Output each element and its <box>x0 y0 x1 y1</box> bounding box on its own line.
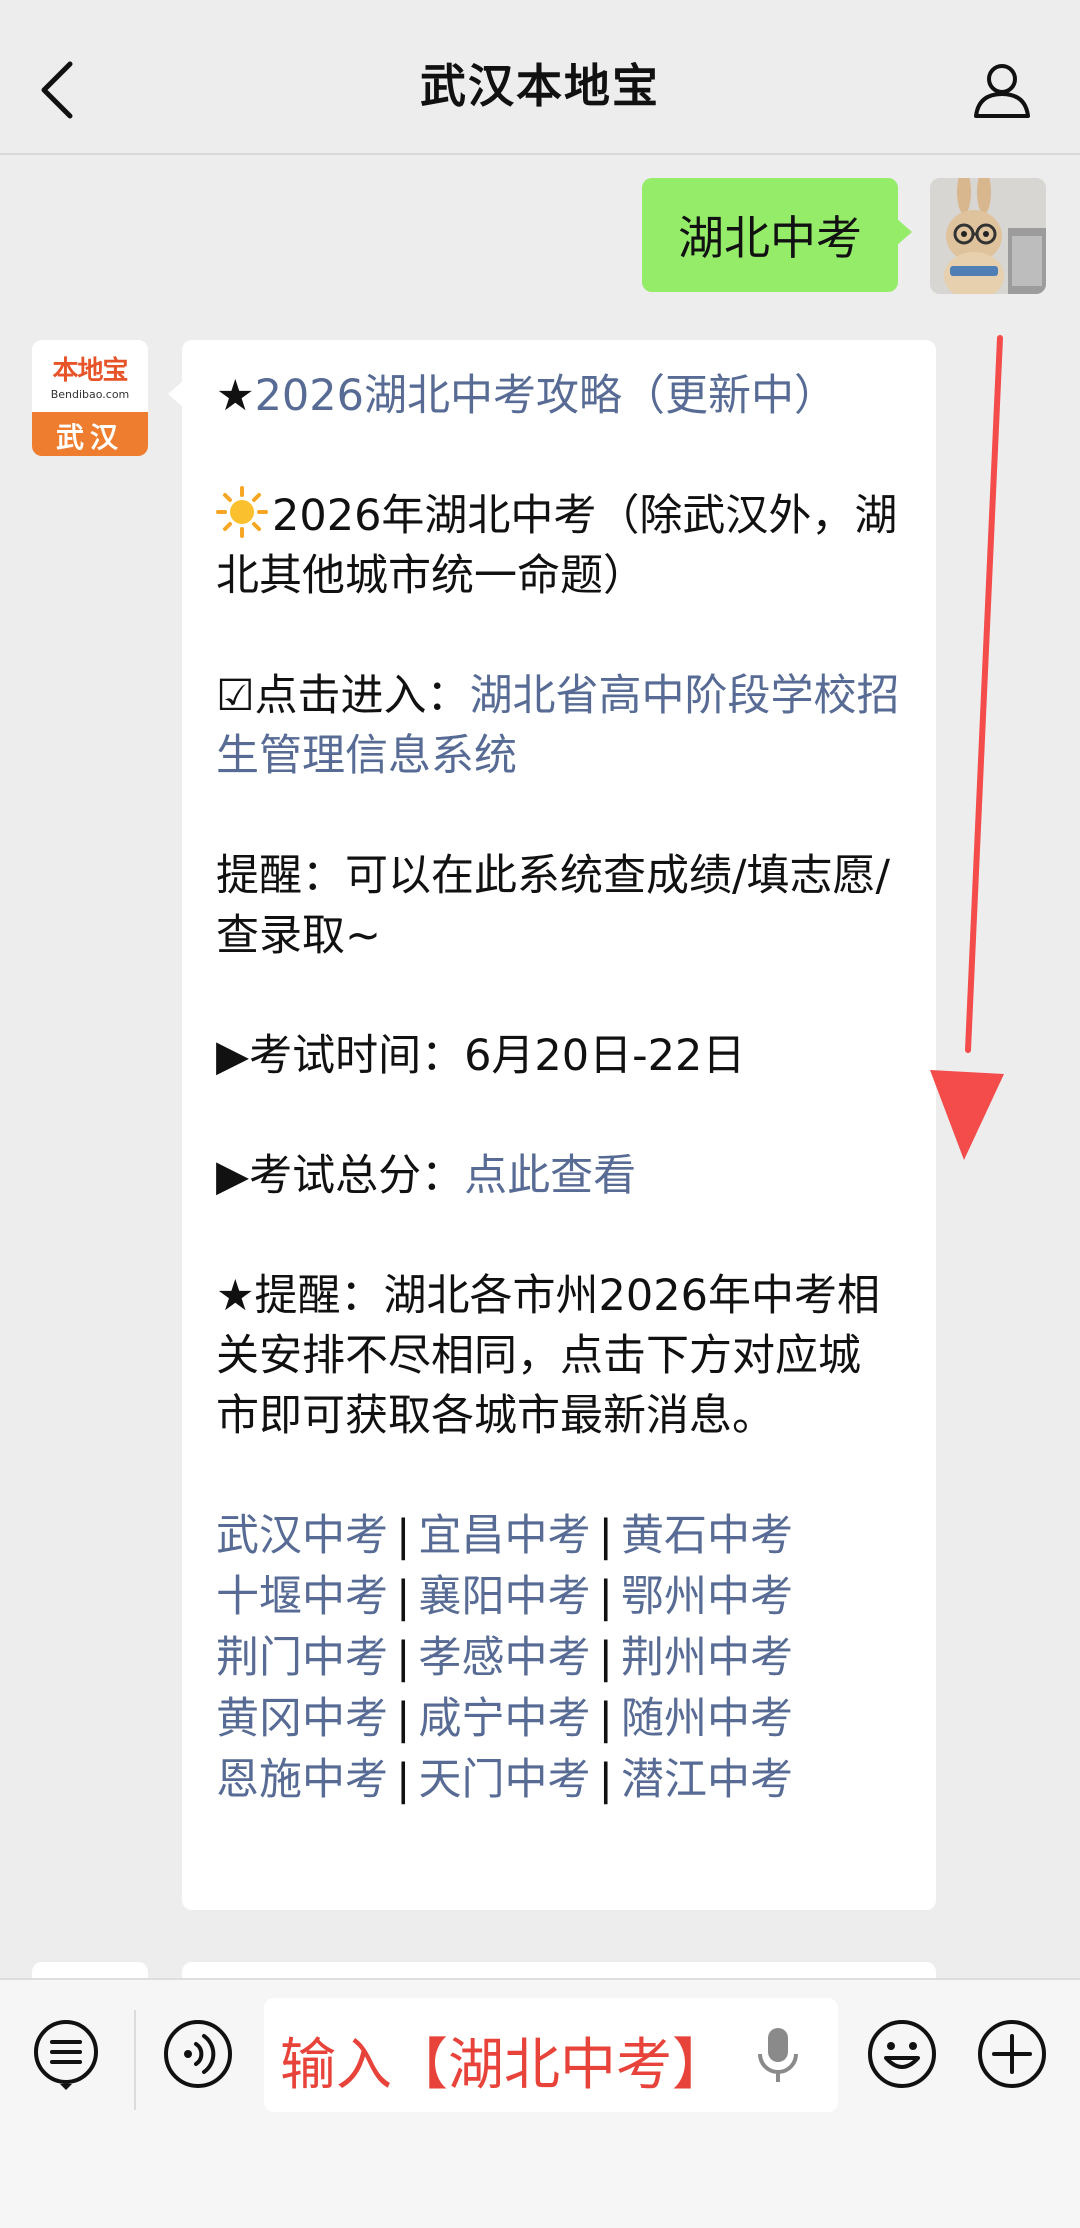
city-row: 黄冈中考 | 咸宁中考 | 随州中考 <box>216 1694 793 1744</box>
city-link[interactable]: 咸宁中考 <box>419 1694 591 1744</box>
divider <box>134 2010 136 2110</box>
city-row: 十堰中考 | 襄阳中考 | 鄂州中考 <box>216 1572 793 1622</box>
reply-system-line: ☑点击进入：湖北省高中阶段学校招生管理信息系统 <box>216 671 900 781</box>
city-row: 恩施中考 | 天门中考 | 潜江中考 <box>216 1755 793 1805</box>
logo-text: 本地宝 <box>52 356 128 386</box>
city-link[interactable]: 襄阳中考 <box>419 1572 591 1622</box>
reply-total-score: ▶考试总分：点此查看 <box>216 1151 637 1201</box>
city-link[interactable]: 宜昌中考 <box>419 1511 591 1561</box>
city-link[interactable]: 潜江中考 <box>621 1755 793 1805</box>
city-link[interactable]: 荆州中考 <box>621 1633 793 1683</box>
plus-icon[interactable] <box>976 2018 1048 2090</box>
emoji-icon[interactable] <box>866 2018 938 2090</box>
city-link[interactable]: 黄石中考 <box>621 1511 793 1561</box>
city-link[interactable]: 恩施中考 <box>216 1755 388 1805</box>
rabbit-avatar-image <box>930 178 1046 294</box>
page-title: 武汉本地宝 <box>420 59 660 113</box>
reply-city-note: ★提醒：湖北各市州2026年中考相关安排不尽相同，点击下方对应城市即可获取各城市… <box>216 1271 880 1441</box>
reply-reminder: 提醒：可以在此系统查成绩/填志愿/查录取~ <box>216 851 890 961</box>
city-link[interactable]: 孝感中考 <box>419 1633 591 1683</box>
top-bar: 武汉本地宝 <box>0 0 1080 155</box>
city-link[interactable]: 武汉中考 <box>216 1511 388 1561</box>
outgoing-message[interactable]: 湖北中考 <box>642 178 912 292</box>
voice-icon[interactable] <box>162 2018 234 2090</box>
sun-icon <box>216 486 268 538</box>
city-row: 武汉中考 | 宜昌中考 | 黄石中考 <box>216 1511 793 1561</box>
guide-link[interactable]: 2026湖北中考攻略（更新中） <box>255 371 837 421</box>
input-prompt-text: 输入【湖北中考】 <box>280 2033 728 2098</box>
city-link[interactable]: 随州中考 <box>621 1694 793 1744</box>
city-links: 武汉中考 | 宜昌中考 | 黄石中考 十堰中考 | 襄阳中考 | 鄂州中考 荆门中考 | 孝感中考 |… <box>216 1506 902 1811</box>
incoming-message: ★2026湖北中考攻略（更新中） 2026年湖北中考（除武汉外，湖北其他城市统一… <box>168 340 936 1910</box>
logo-domain: Bendibao.com <box>50 388 130 401</box>
reply-guide-line: ★2026湖北中考攻略（更新中） <box>216 371 837 421</box>
red-arrow-annotation <box>930 335 1004 1160</box>
reply-exam-note: 2026年湖北中考（除武汉外，湖北其他城市统一命题） <box>216 486 902 606</box>
bot-avatar[interactable]: 本地宝 Bendibao.com 武汉 <box>32 340 148 456</box>
city-link[interactable]: 黄冈中考 <box>216 1694 388 1744</box>
city-link[interactable]: 天门中考 <box>419 1755 591 1805</box>
list-menu-icon[interactable] <box>30 2018 102 2090</box>
outgoing-message-text: 湖北中考 <box>678 211 862 265</box>
city-link[interactable]: 荆门中考 <box>216 1633 388 1683</box>
city-link[interactable]: 十堰中考 <box>216 1572 388 1622</box>
mic-icon[interactable] <box>748 2024 808 2088</box>
avatar[interactable] <box>930 178 1046 294</box>
logo-city: 武汉 <box>55 421 124 454</box>
city-row: 荆门中考 | 孝感中考 | 荆州中考 <box>216 1633 793 1683</box>
person-icon[interactable] <box>972 60 1032 120</box>
score-link[interactable]: 点此查看 <box>464 1151 636 1201</box>
reply-exam-time: ▶考试时间：6月20日-22日 <box>216 1031 746 1081</box>
city-link[interactable]: 鄂州中考 <box>621 1572 793 1622</box>
